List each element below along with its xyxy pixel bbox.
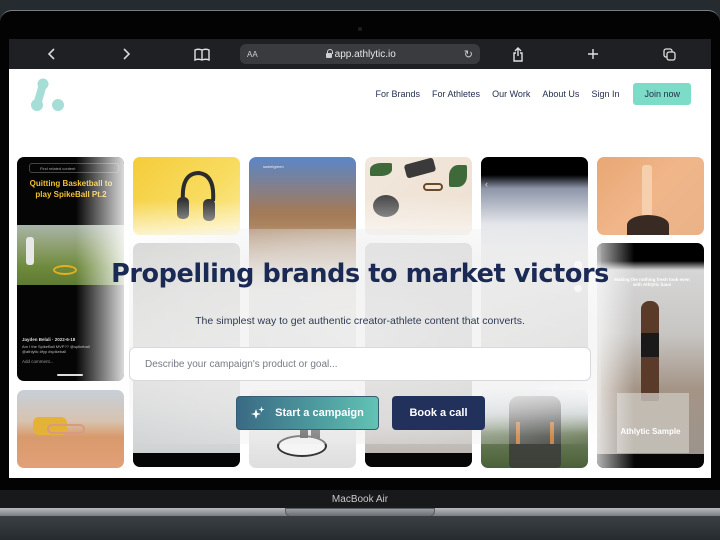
chevron-left-icon: [47, 48, 55, 60]
headphones-tile[interactable]: [133, 157, 240, 235]
athlytic-logo-icon[interactable]: [27, 77, 67, 113]
sparkles-icon: [251, 406, 265, 419]
model-label: MacBook Air: [331, 494, 389, 505]
camera-icon: [358, 27, 362, 31]
nav-about-us[interactable]: About Us: [542, 89, 579, 99]
laptop-base-shadow: [0, 516, 720, 540]
back-chevron-icon: ‹: [485, 179, 488, 189]
url-text: app.athlytic.io: [334, 48, 396, 60]
tabs-button[interactable]: [659, 44, 679, 64]
address-bar[interactable]: AA app.athlytic.io ↻: [240, 44, 480, 64]
athlytic-page: For Brands For Athletes Our Work About U…: [9, 69, 711, 478]
book-call-button[interactable]: Book a call: [392, 396, 485, 430]
tabs-icon: [662, 47, 676, 61]
browser-window: AA app.athlytic.io ↻ For Brands For Athl…: [9, 39, 711, 478]
sunglasses-tile[interactable]: [17, 390, 124, 468]
hero-subtitle: The simplest way to get authentic creato…: [195, 315, 525, 327]
forward-button[interactable]: [116, 44, 136, 64]
start-campaign-label: Start a campaign: [275, 407, 364, 419]
share-button[interactable]: [508, 44, 528, 64]
laptop-frame: AA app.athlytic.io ↻ For Brands For Athl…: [0, 0, 720, 540]
start-campaign-button[interactable]: Start a campaign: [236, 396, 379, 430]
back-button[interactable]: [42, 44, 62, 64]
reload-icon[interactable]: ↻: [464, 48, 473, 61]
nav-for-athletes[interactable]: For Athletes: [432, 89, 480, 99]
reader-button[interactable]: [192, 44, 212, 64]
bottle-tile[interactable]: [597, 157, 704, 235]
sunglasses-icon: [47, 424, 85, 434]
text-size-button[interactable]: AA: [247, 50, 258, 59]
share-icon: [513, 46, 523, 62]
book-icon: [194, 48, 210, 61]
chevron-right-icon: [123, 48, 131, 60]
nav-sign-in[interactable]: Sign In: [591, 89, 619, 99]
new-tab-button[interactable]: [583, 44, 603, 64]
plus-icon: [588, 49, 598, 59]
nav-our-work[interactable]: Our Work: [492, 89, 530, 99]
url-field[interactable]: app.athlytic.io: [258, 48, 464, 60]
campaign-prompt-input[interactable]: [129, 347, 591, 381]
browser-toolbar: AA app.athlytic.io ↻: [9, 39, 711, 69]
lock-icon: [325, 48, 333, 58]
main-nav: For Brands For Athletes Our Work About U…: [376, 83, 691, 105]
hero-title: Propelling brands to market victors: [111, 259, 609, 289]
nav-for-brands[interactable]: For Brands: [376, 89, 421, 99]
join-now-button[interactable]: Join now: [633, 83, 691, 105]
accessories-flatlay-tile[interactable]: [365, 157, 472, 235]
